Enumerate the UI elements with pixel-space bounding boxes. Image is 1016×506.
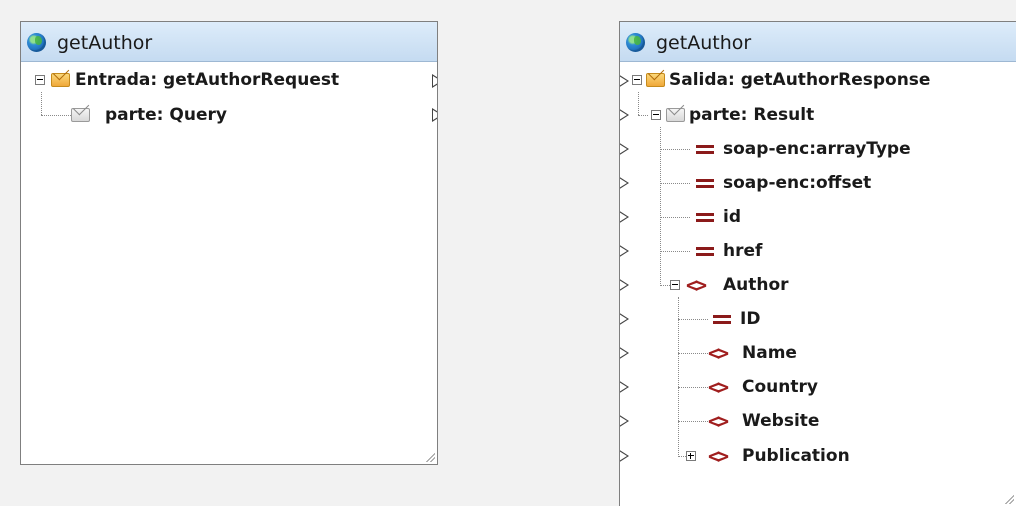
node-label: ID [740,309,761,329]
connector-arrow-icon[interactable] [620,142,629,156]
node-label: Author [723,275,789,295]
mapping-canvas: getAuthor Entrada: getAuthorRequest part… [0,0,1016,506]
envelope-icon [666,108,685,122]
tree-line [660,217,690,218]
element-icon: <> [708,409,729,433]
connector-arrow-icon[interactable] [620,346,629,360]
tree-line [678,387,708,388]
connector-arrow-icon[interactable] [620,210,629,224]
node-label: Salida: getAuthorResponse [669,70,931,90]
resize-grip[interactable] [425,452,435,462]
tree-line [638,115,648,116]
attribute-icon [696,178,714,188]
attribute-icon [713,314,731,324]
tree-line [638,92,639,115]
connector-arrow-icon[interactable] [620,414,629,428]
tree-line [660,285,670,286]
component-title: getAuthor [57,32,153,54]
tree-line [660,149,690,150]
node-label: Publication [742,446,850,466]
connector-arrow-icon[interactable] [620,244,629,258]
tree-line [678,421,708,422]
globe-icon [626,33,645,52]
element-icon: <> [708,341,729,365]
tree-line [41,115,71,116]
connector-arrow-icon[interactable] [432,108,437,122]
tree-line [678,297,679,457]
element-icon: <> [708,444,729,468]
tree-line [678,353,708,354]
globe-icon [27,33,46,52]
node-label: Name [742,343,797,363]
envelope-icon [71,108,90,122]
connector-arrow-icon[interactable] [620,380,629,394]
envelope-icon [646,73,665,87]
component-getauthor-target[interactable]: getAuthor Salida: getAuthorResponse part… [619,21,1016,506]
node-label: soap-enc:arrayType [723,139,911,159]
component-title-bar[interactable]: getAuthor [620,22,1016,62]
collapse-icon[interactable] [632,75,642,85]
connector-arrow-icon[interactable] [620,74,629,88]
connector-arrow-icon[interactable] [620,108,629,122]
envelope-icon [51,73,70,87]
connector-arrow-icon[interactable] [620,449,629,463]
connector-arrow-icon[interactable] [620,278,629,292]
tree-line [41,92,42,115]
tree-line [660,127,661,286]
node-label: Website [742,411,820,431]
node-label: href [723,241,763,261]
tree-line [660,183,690,184]
collapse-icon[interactable] [651,110,661,120]
component-getauthor-source[interactable]: getAuthor Entrada: getAuthorRequest part… [20,21,438,465]
component-title: getAuthor [656,32,752,54]
element-icon: <> [708,375,729,399]
resize-grip[interactable] [1004,494,1014,504]
connector-arrow-icon[interactable] [620,176,629,190]
element-icon: <> [686,273,707,297]
tree-line [678,319,708,320]
node-label: parte: Result [689,105,815,125]
attribute-icon [696,212,714,222]
component-title-bar[interactable]: getAuthor [21,22,437,62]
node-label: parte: Query [105,105,227,125]
connector-arrow-icon[interactable] [620,312,629,326]
node-label: Country [742,377,818,397]
connector-arrow-icon[interactable] [432,74,437,88]
node-label: soap-enc:offset [723,173,872,193]
node-label: id [723,207,741,227]
attribute-icon [696,144,714,154]
node-label: Entrada: getAuthorRequest [75,70,340,90]
collapse-icon[interactable] [670,280,680,290]
collapse-icon[interactable] [35,75,45,85]
expand-icon[interactable] [686,451,696,461]
tree-line [660,251,690,252]
attribute-icon [696,246,714,256]
